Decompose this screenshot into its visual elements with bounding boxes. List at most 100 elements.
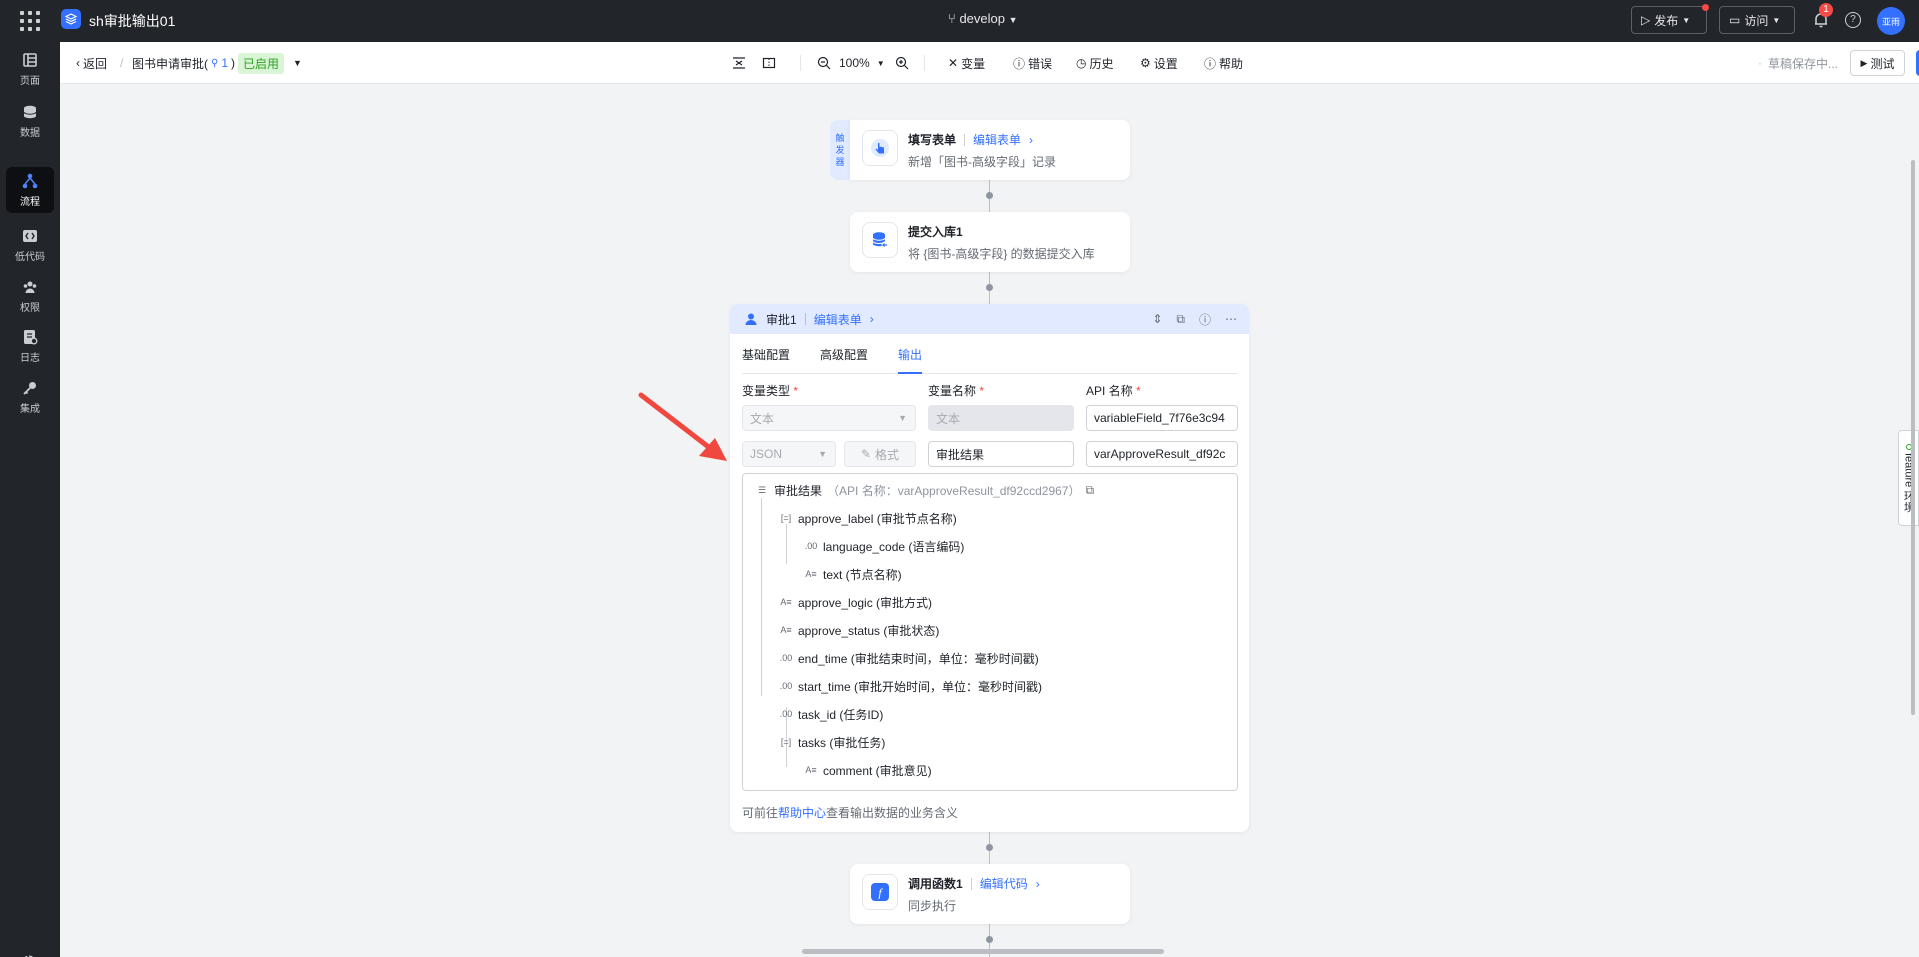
required-mark: *	[1136, 384, 1141, 398]
field-value: 审批结果	[936, 447, 985, 462]
tree-item: [=] approve_label (审批节点名称)	[779, 508, 957, 528]
help-suffix: 查看输出数据的业务含义	[826, 806, 959, 820]
node-fill-form[interactable]: 填写表单 编辑表单 › 新增「图书-高级字段」记录	[850, 120, 1130, 180]
var-name-field-1: 文本	[928, 405, 1074, 431]
edit-code-link[interactable]: 编辑代码	[980, 875, 1028, 892]
chevron-down-icon: ▼	[876, 58, 885, 68]
copy-icon[interactable]: ⧉	[1085, 483, 1094, 498]
collapse-icon[interactable]: ⇕	[1152, 312, 1162, 326]
tree-item: .00 task_id (任务ID)	[779, 704, 884, 724]
number-icon: .00	[779, 709, 793, 719]
sidebar-item-integration[interactable]: 集成	[6, 374, 54, 420]
format-button[interactable]: ✎ 格式	[844, 441, 916, 467]
tree-item: A≡ approve_logic (审批方式)	[779, 592, 932, 612]
test-button[interactable]: ▶ 测试	[1850, 50, 1905, 76]
node-call-function[interactable]: f 调用函数1 编辑代码 › 同步执行	[850, 864, 1130, 924]
draft-status: · 草稿保存中...	[1758, 42, 1838, 84]
branch-selector[interactable]: ⑂ develop ▼	[948, 11, 1018, 26]
zoom-in-icon[interactable]	[895, 42, 909, 84]
sidebar-item-flow[interactable]: 流程	[6, 167, 54, 213]
more-icon[interactable]: ⋯	[1225, 312, 1237, 326]
tree-item: .00 end_time (审批结束时间，单位：毫秒时间戳)	[779, 648, 1039, 668]
errors-button[interactable]: ⓘ 错误	[1013, 42, 1052, 84]
tab-output[interactable]: 输出	[898, 346, 923, 374]
field-value: 文本	[936, 411, 961, 426]
var-type-select-2[interactable]: JSON ▼	[742, 441, 836, 467]
align-icon[interactable]	[732, 42, 746, 84]
branch-label: develop	[959, 11, 1005, 26]
visit-button[interactable]: ▭ 访问 ▼	[1719, 6, 1795, 34]
trigger-char: 触	[835, 133, 845, 143]
connector-dot	[986, 192, 993, 199]
chevron-down-icon[interactable]: ▼	[293, 58, 302, 68]
sidebar-item-label: 页面	[20, 75, 40, 87]
zoom-out-icon[interactable]	[817, 42, 831, 84]
history-button[interactable]: ◷ 历史	[1076, 42, 1114, 84]
field-value: varApproveResult_df92c	[1094, 447, 1226, 461]
zoom-select[interactable]: 100% ▼	[839, 42, 885, 84]
help-icon[interactable]: ⓘ	[1199, 311, 1211, 328]
toolbar-divider	[924, 55, 925, 71]
node-submit-store[interactable]: 提交入库1 将 {图书-高级字段} 的数据提交入库	[850, 212, 1130, 272]
chevron-down-icon: ▼	[1772, 15, 1781, 25]
field-value: JSON	[750, 447, 783, 461]
tree-item-label: end_time (审批结束时间，单位：毫秒时间戳)	[798, 651, 1039, 666]
zoom-level: 100%	[839, 56, 870, 70]
sidebar-item-page[interactable]: 页面	[6, 46, 54, 92]
fit-view-icon[interactable]	[762, 42, 776, 84]
feature-env-tab[interactable]: feature 环境	[1898, 430, 1919, 526]
vertical-scrollbar[interactable]	[1911, 160, 1915, 715]
sidebar-item-data[interactable]: 数据	[6, 98, 54, 144]
number-icon: .00	[779, 653, 793, 663]
history-icon: ◷	[1076, 56, 1087, 70]
gear-icon: ⚙	[1140, 56, 1151, 70]
help-center-link[interactable]: 帮助中心	[778, 806, 826, 820]
var-type-select-1[interactable]: 文本 ▼	[742, 405, 916, 431]
edit-form-link[interactable]: 编辑表单	[973, 131, 1021, 148]
api-name-field-1[interactable]: variableField_7f76e3c94	[1086, 405, 1238, 431]
play-icon: ▶	[1860, 57, 1868, 68]
chevron-left-icon: ‹	[76, 56, 80, 70]
back-button[interactable]: ‹ 返回	[76, 42, 107, 84]
sidebar-item-permission[interactable]: 权限	[6, 273, 54, 319]
tab-basic[interactable]: 基础配置	[742, 346, 790, 374]
tree-root: ☰ 审批结果 （API 名称：varApproveResult_df92ccd2…	[755, 480, 1094, 500]
brush-icon: ✎	[860, 447, 872, 461]
branch-icon: ⑂	[948, 11, 956, 26]
help-icon[interactable]: ?	[1845, 12, 1861, 28]
text-icon: A≡	[780, 625, 792, 635]
chevron-down-icon: ▼	[818, 449, 827, 459]
node-approve[interactable]: 审批1 编辑表单 › ⇕ ⧉ ⓘ ⋯ 基础配置 高级配置 输出 变量类型 * 变…	[730, 304, 1249, 832]
sidebar-item-label: 低代码	[15, 251, 45, 263]
sidebar-item-label: 权限	[20, 302, 40, 314]
copy-icon[interactable]: ⧉	[1176, 312, 1185, 327]
publish-button[interactable]: ▷ 发布 ▼	[1631, 4, 1709, 34]
flow-title[interactable]: 图书申请审批( ⚲ 1 ) 已启用 ▼	[132, 42, 302, 84]
settings-label: 设置	[1153, 56, 1178, 71]
var-name-field-2[interactable]: 审批结果	[928, 441, 1074, 467]
sidebar-item-log[interactable]: 日志	[6, 323, 54, 369]
variables-button[interactable]: ✕ 变量	[948, 42, 985, 84]
database-icon	[23, 105, 37, 118]
avatar[interactable]: 亚雨	[1877, 7, 1905, 35]
notification-badge: 1	[1819, 3, 1833, 17]
tab-advanced[interactable]: 高级配置	[820, 346, 868, 374]
tree-item-label: approve_label (审批节点名称)	[798, 511, 957, 526]
approve-title-text: 审批1	[766, 312, 797, 327]
app-grid-icon[interactable]	[20, 11, 40, 31]
chevron-right-icon: ›	[1035, 876, 1040, 891]
trigger-tag: 触 发 器	[830, 120, 850, 180]
sidebar-item-lowcode[interactable]: 低代码	[6, 222, 54, 268]
tree-guide	[761, 498, 762, 696]
number-icon: .00	[804, 541, 818, 551]
settings-button[interactable]: ⚙ 设置	[1140, 42, 1178, 84]
edit-form-link[interactable]: 编辑表单	[814, 311, 862, 328]
approve-tabs: 基础配置 高级配置 输出	[742, 346, 1237, 374]
horizontal-scrollbar[interactable]	[802, 949, 1164, 954]
tree-item-label: comment (审批意见)	[823, 763, 932, 778]
help-button[interactable]: ⓘ 帮助	[1204, 42, 1243, 84]
tree-root-label: 审批结果	[774, 483, 823, 498]
monitor-icon: ▭	[1729, 13, 1741, 27]
api-name-field-2[interactable]: varApproveResult_df92c	[1086, 441, 1238, 467]
top-bar: sh审批输出01 ⑂ develop ▼ ▷ 发布 ▼ ▭ 访问 ▼ 1 ? 亚…	[0, 0, 1919, 42]
